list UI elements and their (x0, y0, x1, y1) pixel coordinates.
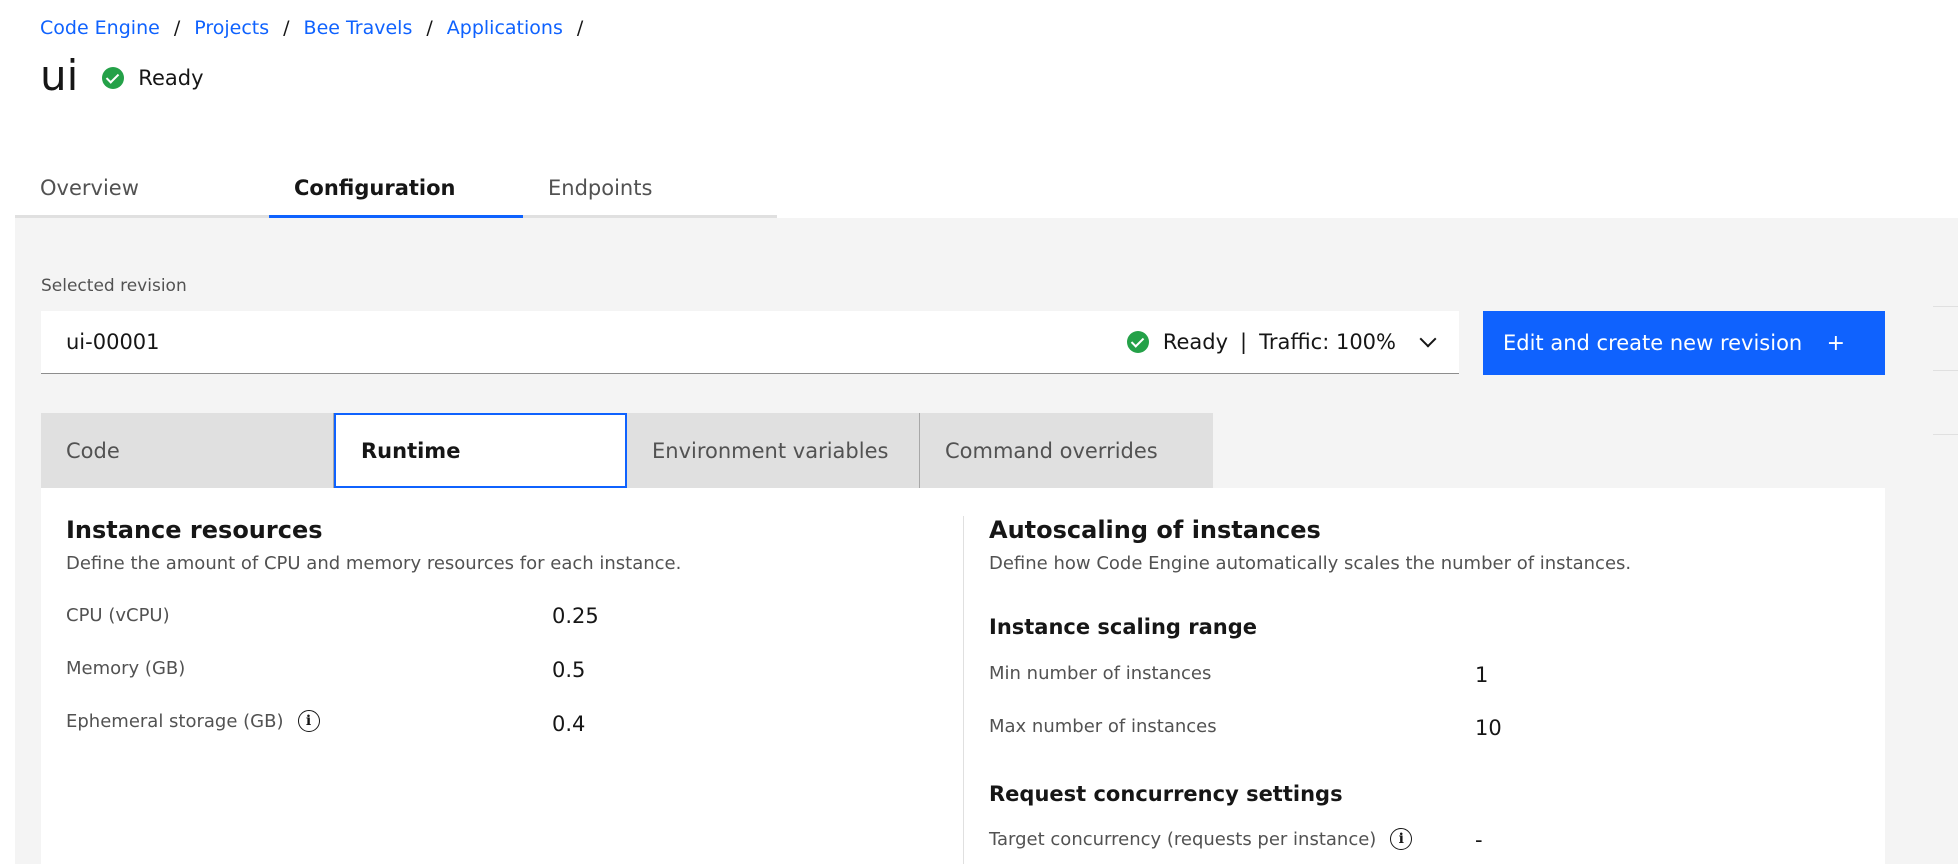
subtab-code[interactable]: Code (41, 413, 334, 488)
min-instances-value: 1 (1475, 663, 1489, 687)
breadcrumb-separator: / (173, 17, 181, 39)
subtab-runtime[interactable]: Runtime (334, 413, 627, 488)
checkmark-filled-icon (1126, 331, 1149, 353)
breadcrumb-separator: / (283, 17, 290, 39)
section-description: Define the amount of CPU and memory reso… (66, 553, 682, 574)
revision-value: ui-00001 (66, 330, 160, 354)
section-description: Define how Code Engine automatically sca… (989, 553, 1632, 574)
revision-dropdown[interactable]: ui-00001 Ready | Traffic: 100% (41, 311, 1459, 374)
main-tabs: Overview Configuration Endpoints (15, 160, 777, 218)
page-title: ui (40, 51, 79, 100)
checkmark-filled-icon (102, 67, 125, 89)
subtab-command-overrides[interactable]: Command overrides (920, 413, 1213, 488)
target-concurrency-row-label: Target concurrency (requests per instanc… (989, 828, 1413, 850)
cpu-label: CPU (vCPU) (66, 605, 170, 626)
breadcrumb-projects[interactable]: Projects (194, 17, 269, 39)
ephemeral-storage-label: Ephemeral storage (GB) (66, 710, 284, 732)
breadcrumb-bee-travels[interactable]: Bee Travels (304, 17, 413, 39)
column-divider (963, 516, 964, 864)
tab-overview[interactable]: Overview (15, 160, 269, 218)
divider (1933, 434, 1958, 435)
min-instances-label: Min number of instances (989, 663, 1212, 684)
subtab-environment-variables[interactable]: Environment variables (627, 413, 920, 488)
status-indicator: Ready (102, 66, 204, 90)
tab-configuration[interactable]: Configuration (269, 160, 523, 218)
revision-divider: | (1240, 330, 1248, 354)
revision-status-text: Ready (1162, 330, 1229, 354)
information-icon[interactable]: i (297, 710, 320, 732)
memory-value: 0.5 (552, 658, 586, 682)
breadcrumb-separator: / (576, 17, 584, 39)
section-title: Autoscaling of instances (989, 516, 1321, 544)
max-instances-value: 10 (1475, 716, 1502, 740)
information-icon[interactable]: i (1390, 828, 1413, 850)
divider (1933, 306, 1958, 307)
divider (1933, 370, 1958, 371)
edit-and-create-revision-button[interactable]: Edit and create new revision + (1483, 311, 1885, 375)
revision-label: Selected revision (41, 276, 187, 296)
scaling-range-title: Instance scaling range (989, 615, 1257, 639)
configuration-content: Selected revision ui-00001 Ready | Traff… (15, 218, 1958, 864)
section-title: Instance resources (66, 516, 323, 544)
concurrency-title: Request concurrency settings (989, 782, 1343, 806)
page-header: ui Ready (40, 50, 204, 102)
edge-dividers (1933, 306, 1958, 498)
ephemeral-storage-row-label: Ephemeral storage (GB) i (66, 710, 320, 732)
target-concurrency-value: - (1475, 828, 1483, 852)
chevron-down-icon[interactable] (1419, 330, 1437, 348)
max-instances-label: Max number of instances (989, 716, 1217, 737)
config-sub-tabs: Code Runtime Environment variables Comma… (41, 413, 1213, 488)
cpu-value: 0.25 (552, 604, 599, 628)
ephemeral-storage-value: 0.4 (552, 712, 586, 736)
tab-endpoints[interactable]: Endpoints (523, 160, 777, 218)
breadcrumb: Code Engine / Projects / Bee Travels / A… (40, 17, 597, 39)
breadcrumb-separator: / (426, 17, 433, 39)
plus-icon: + (1826, 330, 1845, 356)
target-concurrency-label: Target concurrency (requests per instanc… (989, 828, 1377, 850)
runtime-panel: Instance resources Define the amount of … (41, 488, 1885, 864)
breadcrumb-applications[interactable]: Applications (447, 17, 563, 39)
status-text: Ready (138, 66, 204, 90)
memory-label: Memory (GB) (66, 658, 186, 679)
revision-traffic: Traffic: 100% (1259, 330, 1396, 354)
edit-button-label: Edit and create new revision (1503, 331, 1803, 355)
breadcrumb-code-engine[interactable]: Code Engine (40, 17, 160, 39)
revision-status: Ready | Traffic: 100% (1126, 330, 1396, 354)
